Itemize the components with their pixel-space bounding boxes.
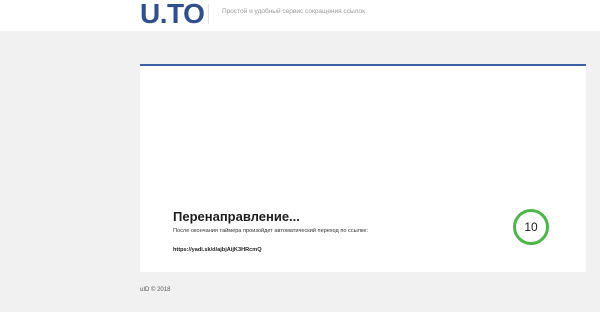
redirect-title: Перенаправление... (173, 209, 300, 224)
target-link[interactable]: https://yadi.sk/d/ajbjAijK3HRcmQ (173, 246, 262, 254)
redirect-card: Перенаправление... После окончания тайме… (140, 64, 586, 272)
site-tagline: Простой и удобный сервис сокращения ссыл… (222, 8, 365, 15)
header-bar: U.TO Простой и удобный сервис сокращения… (0, 0, 600, 31)
redirect-description: После окончания таймера произойдет автом… (173, 228, 369, 234)
header-divider (208, 4, 209, 24)
countdown-timer: 10 (513, 209, 549, 245)
site-logo[interactable]: U.TO (140, 0, 205, 29)
footer-copyright: uID © 2018 (140, 287, 171, 293)
